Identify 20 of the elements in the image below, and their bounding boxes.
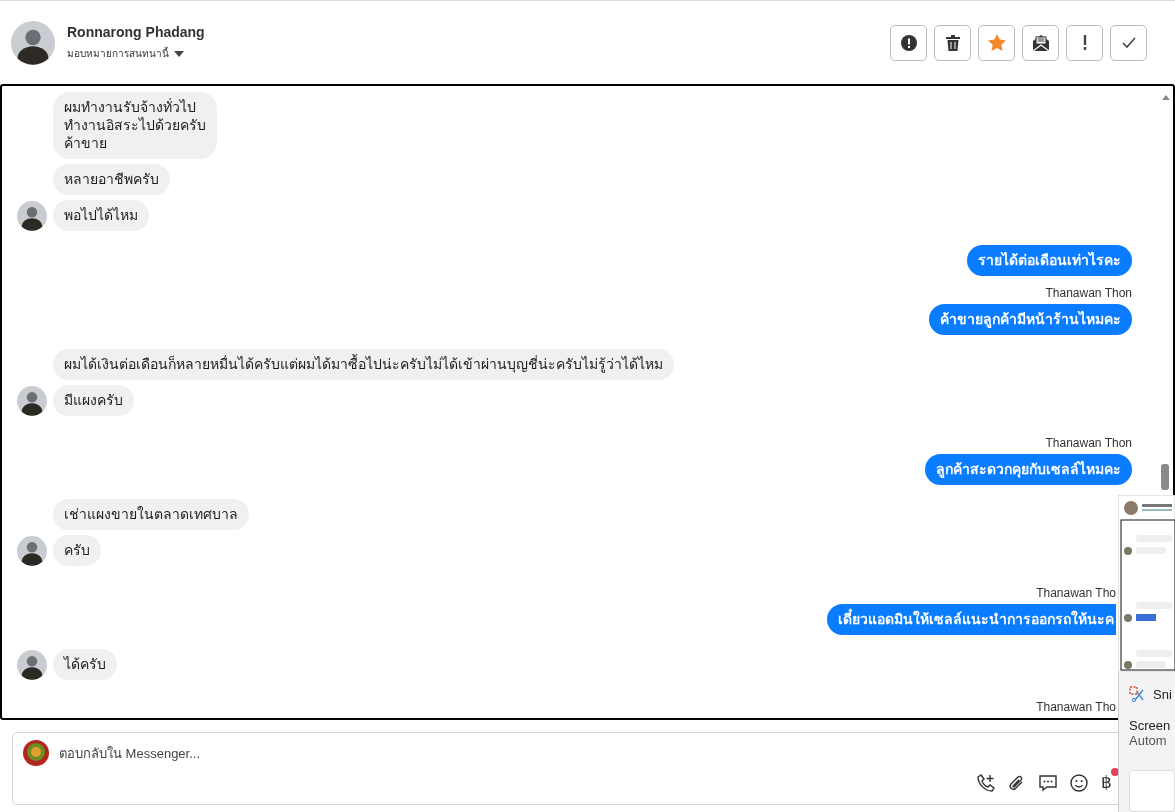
- message-bubble: เช่าแผงขายในตลาดเทศบาล: [53, 499, 249, 530]
- contact-name: Ronnarong Phadang: [67, 24, 205, 40]
- message-bubble: ได้ครับ: [53, 649, 117, 680]
- sender-name: Thanawan Tho: [1036, 700, 1116, 714]
- message-bubble: ค้าขายลูกค้ามีหน้าร้านไหมคะ: [929, 304, 1132, 335]
- message-bubble: รายได้ต่อเดือนเท่าไรคะ: [967, 245, 1132, 276]
- sender-name: Thanawan Tho: [1036, 586, 1116, 600]
- sender-name: Thanawan Thon: [1045, 286, 1132, 300]
- message-bubble: พอไปได้ไหม: [53, 200, 149, 231]
- message-bubble: มีแผงครับ: [53, 385, 134, 416]
- toast-title: Sni: [1153, 686, 1172, 702]
- toast-text: Screen: [1129, 718, 1172, 733]
- message-bubble: ลูกค้าสะดวกคุยกับเซลล์ไหมคะ: [925, 454, 1132, 485]
- message-bubble: ผมได้เงินต่อเดือนก็หลายหมื่นได้ครับแต่ผมได้มาซื้อไปน่ะครับไม่ได้เข้าผ่านบุญชี่น่ะครับไม่รู้ว่าได้ไหม: [53, 349, 674, 380]
- message-bubble: เดี๋ยวแอดมินให้เซลล์แนะนำการออกรถให้นะค: [827, 604, 1116, 635]
- message-bubble: ผมทำงานรับจ้างทั่วไป ทำงานอิสระไปด้วยครับ ค้าขาย: [53, 92, 217, 159]
- message-bubble: หลายอาชีพครับ: [53, 164, 170, 195]
- toast-text: Autom: [1129, 733, 1168, 748]
- sender-name: Thanawan Thon: [1045, 436, 1132, 450]
- message-bubble: ครับ: [53, 535, 101, 566]
